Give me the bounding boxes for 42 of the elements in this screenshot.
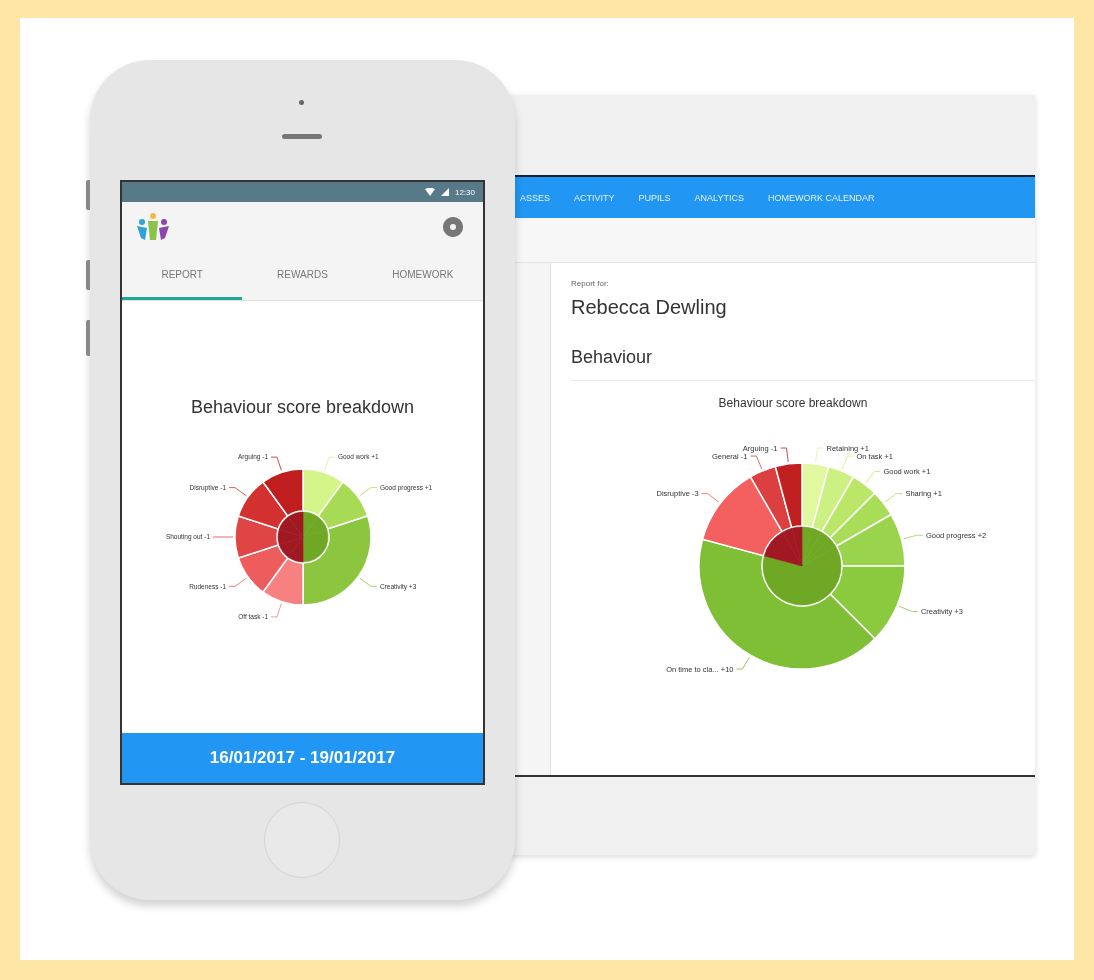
leader-line [212,536,233,538]
leader-line [903,534,924,540]
leader-line [358,577,377,587]
report-for-label: Report for: [571,279,609,288]
section-title: Behaviour [571,347,653,368]
leader-line [323,456,335,471]
leader-line [228,487,247,497]
pupil-name: Rebecca Dewling [571,296,727,319]
chart-slice [237,544,288,593]
leader-line [270,603,282,618]
tab[interactable]: REPORT [122,252,243,300]
chart-slice [237,481,288,530]
people-logo-icon [136,212,170,242]
leader-line [841,455,854,470]
leader-line [270,456,282,471]
leader-line [358,487,377,497]
leader-line [898,605,919,612]
tab[interactable]: REWARDS [242,252,363,300]
leader-line [228,577,247,587]
leader-line [736,656,750,670]
leader-line [815,447,824,463]
leader-line [701,493,720,503]
signal-icon [440,188,449,196]
nav-link[interactable]: ASSES [520,192,550,203]
nav-link[interactable]: ANALYTICS [694,192,744,203]
leader-line [750,455,763,470]
chart-title: Behaviour score breakdown [718,396,868,410]
nav-link[interactable]: PUPILS [638,192,671,203]
chart-title: Behaviour score breakdown [190,397,415,418]
date-range: 16/01/2017 - 19/01/2017 [122,733,483,783]
chart-center-drawing [277,511,328,563]
tab[interactable]: HOMEWORK [362,252,483,300]
nav-link[interactable]: ACTIVITY [574,192,615,203]
nav-link[interactable]: HOMEWORK CALENDAR [767,192,875,203]
chart-slice [233,515,279,559]
wifi-icon [424,188,435,196]
leader-line [884,493,903,503]
status-time: 12:30 [454,187,475,197]
camera-icon [299,100,304,105]
leader-line [780,447,789,463]
speaker-grille [282,134,322,139]
leader-line [865,471,881,484]
